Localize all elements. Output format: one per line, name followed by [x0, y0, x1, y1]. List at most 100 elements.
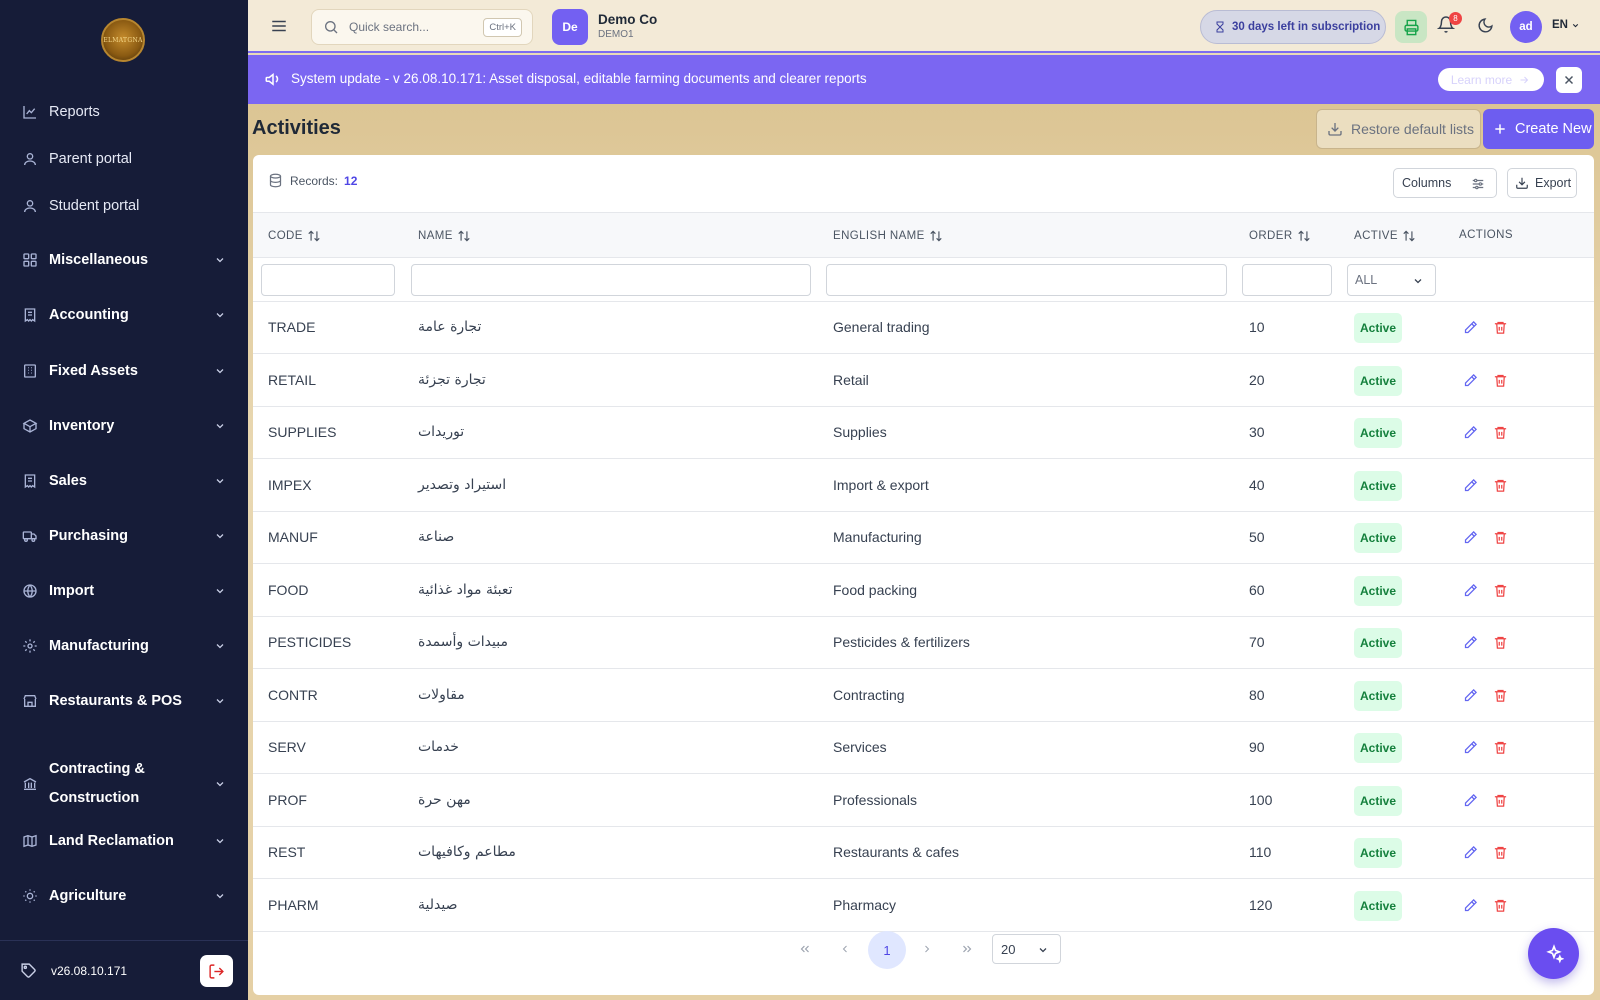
- column-header-active[interactable]: ACTIVE: [1354, 229, 1416, 243]
- menu-toggle-icon[interactable]: [270, 17, 288, 35]
- user-avatar[interactable]: ad: [1510, 11, 1542, 43]
- chevron-down-icon: [214, 695, 226, 707]
- sidebar-item-label: Purchasing: [49, 528, 128, 544]
- table-row[interactable]: MANUF صناعة Manufacturing 50 Active: [253, 512, 1594, 564]
- edit-icon[interactable]: [1463, 320, 1478, 335]
- delete-icon[interactable]: [1493, 583, 1508, 598]
- first-page-button[interactable]: [788, 932, 822, 966]
- learn-more-button[interactable]: Learn more: [1438, 68, 1544, 91]
- table-row[interactable]: CONTR مقاولات Contracting 80 Active: [253, 670, 1594, 722]
- company-logo[interactable]: ELMATGNA: [101, 18, 145, 62]
- sidebar-item-purchasing[interactable]: Purchasing: [0, 518, 248, 554]
- quick-search-input[interactable]: Quick search... Ctrl+K: [311, 9, 533, 45]
- delete-icon[interactable]: [1493, 898, 1508, 913]
- column-header-english-name[interactable]: ENGLISH NAME: [833, 229, 943, 243]
- table-row[interactable]: IMPEX استيراد وتصدير Import & export 40 Acti…: [253, 460, 1594, 512]
- edit-icon[interactable]: [1463, 373, 1478, 388]
- code-cell: CONTR: [268, 686, 318, 703]
- edit-icon[interactable]: [1463, 898, 1478, 913]
- edit-icon[interactable]: [1463, 793, 1478, 808]
- sidebar-item-label: Import: [49, 583, 95, 599]
- page-size-select[interactable]: 20: [992, 934, 1061, 964]
- sidebar-item-parent-portal[interactable]: Parent portal: [0, 147, 248, 171]
- column-header-code[interactable]: CODE: [268, 229, 321, 243]
- table-row[interactable]: TRADE تجارة عامة General trading 10 Active: [253, 302, 1594, 354]
- table-row[interactable]: PESTICIDES مبيدات وأسمدة Pesticides & fert…: [253, 617, 1594, 669]
- create-new-button[interactable]: Create New: [1483, 109, 1594, 149]
- restore-default-lists-button[interactable]: Restore default lists: [1316, 109, 1481, 149]
- sidebar-item-sales[interactable]: Sales: [0, 463, 248, 499]
- column-header-order[interactable]: ORDER: [1249, 229, 1311, 243]
- name-filter-input[interactable]: [411, 264, 811, 296]
- company-avatar[interactable]: De: [552, 9, 588, 45]
- sidebar-item-restaurants-pos[interactable]: Restaurants & POS: [0, 683, 248, 719]
- language-selector[interactable]: EN: [1552, 19, 1580, 31]
- delete-icon[interactable]: [1493, 793, 1508, 808]
- table-row[interactable]: FOOD تعبئة مواد غذائية Food packing 60 Activ…: [253, 565, 1594, 617]
- english-name-filter-input[interactable]: [826, 264, 1227, 296]
- edit-icon[interactable]: [1463, 845, 1478, 860]
- delete-icon[interactable]: [1493, 373, 1508, 388]
- edit-icon[interactable]: [1463, 583, 1478, 598]
- printer-icon: [1403, 19, 1419, 35]
- sidebar-item-land-reclamation[interactable]: Land Reclamation: [0, 823, 248, 859]
- column-header-name[interactable]: NAME: [418, 229, 471, 243]
- edit-icon[interactable]: [1463, 478, 1478, 493]
- last-page-button[interactable]: [950, 932, 984, 966]
- code-cell: MANUF: [268, 529, 318, 545]
- table-row[interactable]: SUPPLIES توريدات Supplies 30 Active: [253, 407, 1594, 459]
- company-name[interactable]: Demo Co: [598, 12, 657, 27]
- search-shortcut-hint: Ctrl+K: [483, 18, 522, 37]
- table-row[interactable]: PHARM صيدلية Pharmacy 120 Active: [253, 880, 1594, 932]
- table-row[interactable]: RETAIL تجارة تجزئة Retail 20 Active: [253, 355, 1594, 407]
- table-row[interactable]: REST مطاعم وكافيهات Restaurants & cafes 110…: [253, 827, 1594, 879]
- print-button[interactable]: [1395, 11, 1427, 43]
- columns-button[interactable]: Columns: [1393, 168, 1497, 198]
- sidebar-item-miscellaneous[interactable]: Miscellaneous: [0, 242, 248, 278]
- sidebar-item-contracting[interactable]: Contracting & Construction: [0, 752, 248, 816]
- sidebar-item-fixed-assets[interactable]: Fixed Assets: [0, 353, 248, 389]
- subscription-status[interactable]: 30 days left in subscription: [1200, 10, 1386, 44]
- edit-icon[interactable]: [1463, 635, 1478, 650]
- chevron-down-icon: [214, 835, 226, 847]
- order-filter-input[interactable]: [1242, 264, 1332, 296]
- sidebar-item-accounting[interactable]: Accounting: [0, 297, 248, 333]
- sidebar-item-agriculture[interactable]: Agriculture: [0, 878, 248, 914]
- delete-icon[interactable]: [1493, 740, 1508, 755]
- code-filter-input[interactable]: [261, 264, 395, 296]
- status-badge: Active: [1354, 470, 1402, 501]
- delete-icon[interactable]: [1493, 845, 1508, 860]
- sidebar-item-inventory[interactable]: Inventory: [0, 408, 248, 444]
- sidebar-item-manufacturing[interactable]: Manufacturing: [0, 628, 248, 664]
- delete-icon[interactable]: [1493, 320, 1508, 335]
- order-cell: 50: [1249, 529, 1265, 545]
- sidebar-item-label: Contracting & Construction: [49, 755, 145, 813]
- next-page-button[interactable]: [910, 932, 944, 966]
- logout-button[interactable]: [200, 955, 233, 987]
- delete-icon[interactable]: [1493, 425, 1508, 440]
- edit-icon[interactable]: [1463, 740, 1478, 755]
- sidebar-item-import[interactable]: Import: [0, 573, 248, 609]
- export-button[interactable]: Export: [1507, 168, 1577, 198]
- previous-page-button[interactable]: [828, 932, 862, 966]
- order-cell: 100: [1249, 791, 1273, 808]
- delete-icon[interactable]: [1493, 635, 1508, 650]
- delete-icon[interactable]: [1493, 478, 1508, 493]
- order-cell: 90: [1249, 739, 1265, 755]
- edit-icon[interactable]: [1463, 688, 1478, 703]
- dark-mode-toggle-icon[interactable]: [1477, 17, 1494, 34]
- sidebar-item-student-portal[interactable]: Student portal: [0, 194, 248, 218]
- page-size-value: 20: [1001, 941, 1016, 957]
- edit-icon[interactable]: [1463, 425, 1478, 440]
- records-count-value: 12: [344, 173, 358, 188]
- sidebar-item-reports[interactable]: Reports: [0, 100, 248, 124]
- ai-assistant-button[interactable]: [1528, 928, 1579, 979]
- page-1-button[interactable]: 1: [868, 931, 906, 969]
- table-row[interactable]: SERV خدمات Services 90 Active: [253, 722, 1594, 774]
- edit-icon[interactable]: [1463, 530, 1478, 545]
- delete-icon[interactable]: [1493, 688, 1508, 703]
- active-filter-select[interactable]: ALL: [1347, 264, 1436, 296]
- delete-icon[interactable]: [1493, 530, 1508, 545]
- banner-close-button[interactable]: [1556, 67, 1582, 93]
- table-row[interactable]: PROF مهن حرة Professionals 100 Active: [253, 775, 1594, 827]
